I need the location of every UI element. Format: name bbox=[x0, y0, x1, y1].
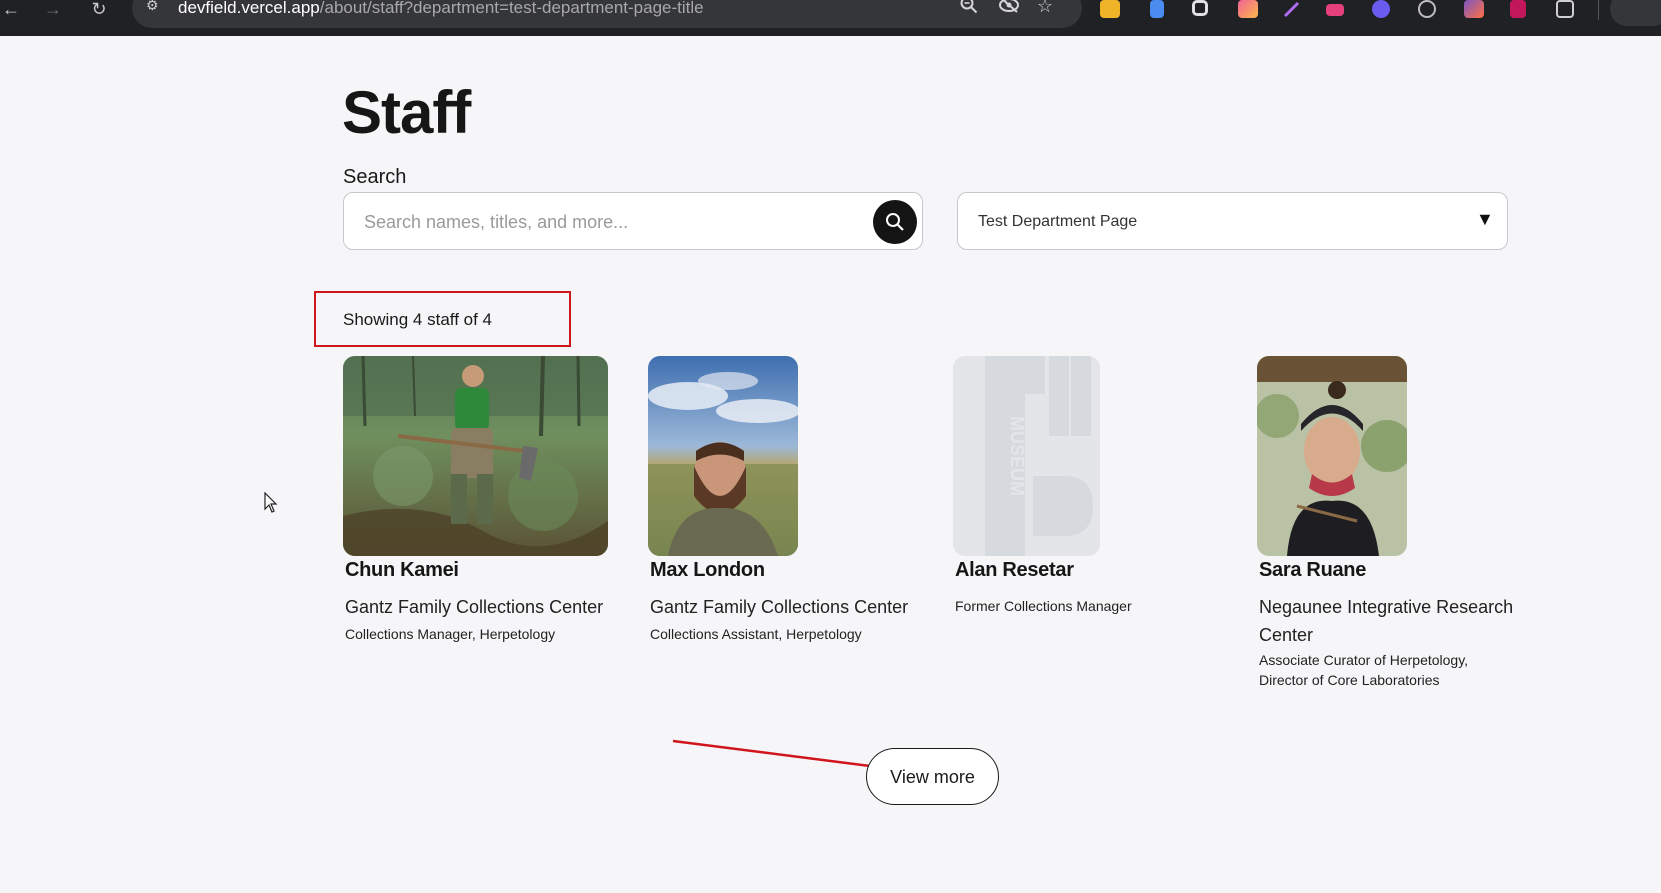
department-select[interactable]: Test Department Page ▼ bbox=[957, 192, 1508, 250]
staff-name[interactable]: Sara Ruane bbox=[1259, 559, 1366, 582]
arrow-right-icon[interactable]: → bbox=[42, 0, 64, 22]
search-button[interactable] bbox=[873, 200, 917, 244]
mouse-cursor-icon bbox=[264, 492, 278, 513]
arrow-left-icon[interactable]: ← bbox=[0, 0, 22, 22]
extension-record-icon[interactable] bbox=[1326, 4, 1344, 16]
url-text[interactable]: devfield.vercel.app/about/staff?departme… bbox=[178, 0, 704, 18]
field-museum-logo: MUSEUM bbox=[985, 356, 1093, 556]
department-select-value: Test Department Page bbox=[978, 213, 1138, 230]
zoom-icon[interactable] bbox=[958, 0, 980, 18]
extension-compass-icon[interactable] bbox=[1418, 0, 1436, 18]
staff-role-line: Associate Curator of Herpetology, bbox=[1259, 652, 1469, 668]
url-path: /about/staff?department=test-department-… bbox=[319, 0, 704, 17]
staff-org: Gantz Family Collections Center bbox=[650, 597, 909, 617]
staff-photo[interactable] bbox=[343, 356, 608, 556]
staff-role-line: Director of Core Laboratories bbox=[1259, 672, 1440, 688]
search-label: Search bbox=[343, 166, 407, 188]
toolbar-divider bbox=[1598, 0, 1599, 20]
page-title: Staff bbox=[342, 79, 471, 146]
profile-button[interactable] bbox=[1610, 0, 1661, 26]
staff-name[interactable]: Alan Resetar bbox=[955, 559, 1074, 582]
extension-list-icon[interactable] bbox=[1372, 0, 1390, 18]
staff-role: Collections Assistant, Herpetology bbox=[650, 626, 862, 642]
view-more-button[interactable]: View more bbox=[866, 748, 999, 805]
staff-org-line: Negaunee Integrative Research bbox=[1259, 597, 1514, 617]
staff-name[interactable]: Chun Kamei bbox=[345, 559, 459, 582]
staff-org: Negaunee Integrative Research Center bbox=[1259, 593, 1513, 649]
url-host: devfield.vercel.app bbox=[178, 0, 320, 17]
reload-icon[interactable]: ↻ bbox=[88, 0, 110, 22]
extension-photo-icon[interactable] bbox=[1464, 0, 1484, 18]
staff-photo[interactable] bbox=[1257, 356, 1407, 556]
caret-down-icon: ▼ bbox=[1476, 209, 1494, 229]
staff-org: Gantz Family Collections Center bbox=[345, 597, 604, 617]
staff-role: Collections Manager, Herpetology bbox=[345, 626, 556, 642]
staff-name[interactable]: Max London bbox=[650, 559, 765, 582]
extension-notes-icon[interactable] bbox=[1100, 0, 1120, 18]
staff-org-line: Center bbox=[1259, 625, 1314, 645]
annotation-red-line bbox=[672, 739, 871, 768]
extension-color-icon[interactable] bbox=[1238, 0, 1258, 18]
photo-placeholder-text: MUSEUM bbox=[1007, 416, 1027, 496]
address-bar[interactable]: ⚙ devfield.vercel.app/about/staff?depart… bbox=[132, 0, 1082, 28]
search-box bbox=[343, 192, 923, 250]
results-count: Showing 4 staff of 4 bbox=[343, 310, 493, 329]
browser-toolbar: ← → ↻ ⚙ devfield.vercel.app/about/staff?… bbox=[0, 0, 1661, 36]
extension-eyedropper-icon[interactable] bbox=[1282, 0, 1302, 18]
search-input[interactable] bbox=[364, 209, 844, 235]
eye-off-icon[interactable] bbox=[998, 0, 1020, 18]
extension-puzzle-icon[interactable] bbox=[1556, 0, 1574, 18]
extension-docs-icon[interactable] bbox=[1150, 0, 1164, 18]
staff-photo-placeholder[interactable]: MUSEUM bbox=[953, 356, 1100, 556]
extension-shield-icon[interactable] bbox=[1510, 0, 1526, 18]
star-icon[interactable]: ☆ bbox=[1034, 0, 1056, 18]
site-settings-icon[interactable]: ⚙ bbox=[146, 0, 164, 13]
extension-camera-icon[interactable] bbox=[1192, 0, 1208, 16]
search-icon bbox=[886, 213, 904, 231]
staff-role: Former Collections Manager bbox=[955, 598, 1132, 614]
staff-photo[interactable] bbox=[648, 356, 798, 556]
staff-role: Associate Curator of Herpetology, Direct… bbox=[1259, 650, 1468, 690]
